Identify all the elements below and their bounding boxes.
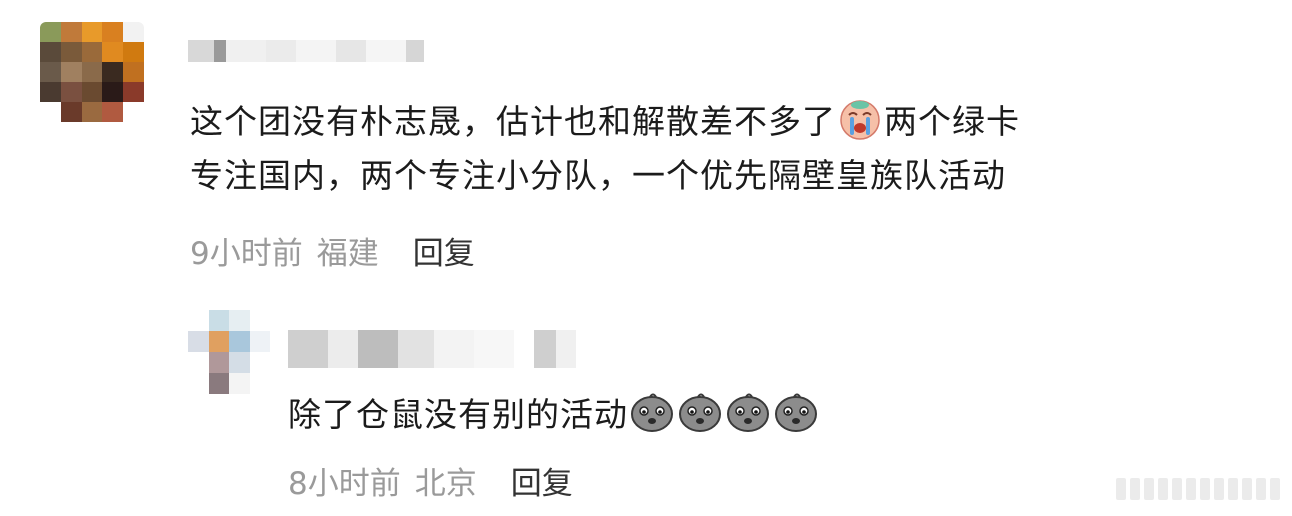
reply-meta: 8小时前 北京 回复: [288, 458, 573, 502]
reply-avatar[interactable]: [188, 310, 270, 394]
crying-face-icon: [836, 95, 884, 141]
reply-time: 8小时前: [288, 465, 401, 502]
comment-time: 9小时前: [190, 235, 303, 272]
comment-location: 福建: [316, 235, 379, 272]
reply-button[interactable]: 回复: [511, 458, 573, 503]
reply-button[interactable]: 回复: [413, 228, 475, 273]
avatar[interactable]: [40, 22, 144, 122]
watermark: [1116, 478, 1280, 500]
comment-text-line1-after: 两个绿卡: [884, 102, 1020, 141]
comment-meta: 9小时前 福建 回复: [190, 228, 475, 272]
reply-text: 除了仓鼠没有别的活动: [288, 395, 628, 434]
comment-text: 这个团没有朴志晟，估计也和解散差不多了 两个绿卡 专注国内，两个专注小分队，一个…: [190, 95, 1020, 203]
sad-potato-icon: [628, 388, 676, 434]
comment-text-line1: 这个团没有朴志晟，估计也和解散差不多了: [190, 102, 836, 141]
sad-potato-icon: [724, 388, 772, 434]
comment-thread: 这个团没有朴志晟，估计也和解散差不多了 两个绿卡 专注国内，两个专注小分队，一个…: [0, 0, 1292, 516]
reply-location: 北京: [414, 465, 477, 502]
reply-username-blurred[interactable]: [288, 330, 576, 368]
sad-potato-icon: [772, 388, 820, 434]
reply-comment-text: 除了仓鼠没有别的活动: [288, 388, 820, 442]
sad-potato-icon: [676, 388, 724, 434]
username-blurred[interactable]: [188, 40, 424, 62]
comment-text-line2: 专注国内，两个专注小分队，一个优先隔壁皇族队活动: [190, 156, 1006, 195]
